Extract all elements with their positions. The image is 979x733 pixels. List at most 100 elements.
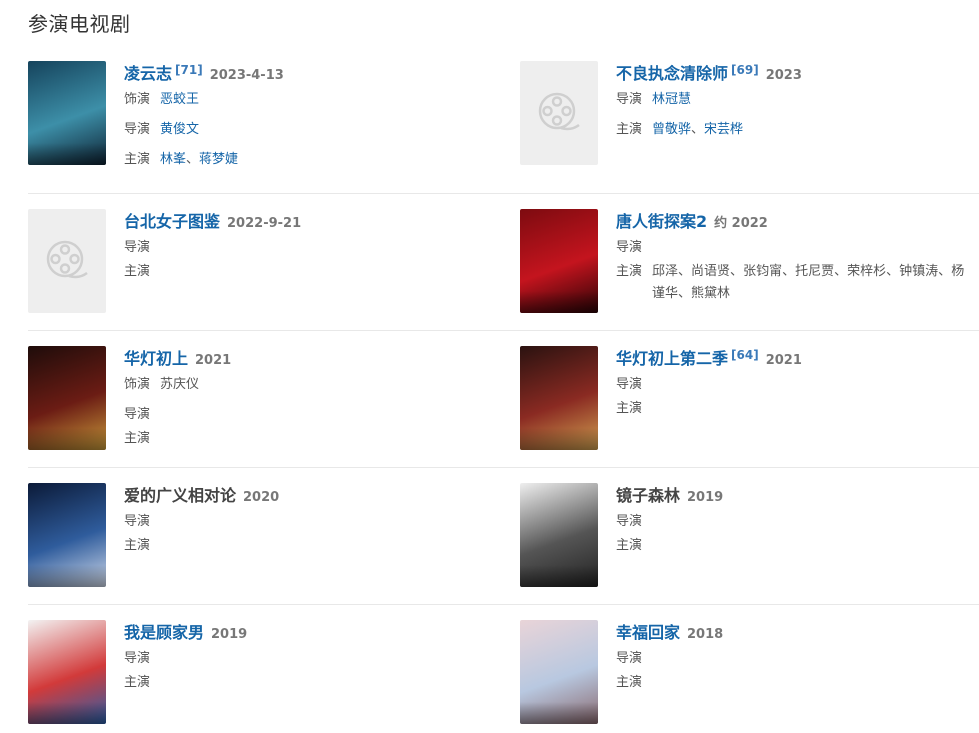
cast-row: 主演 bbox=[124, 672, 484, 694]
release-year: 约 2022 bbox=[714, 216, 768, 231]
drama-title: 镜子森林 bbox=[616, 486, 681, 505]
release-year: 2023-4-13 bbox=[209, 68, 284, 83]
director-row: 导演 bbox=[124, 237, 484, 259]
director-row-label: 导演 bbox=[124, 514, 151, 529]
drama-info: 台北女子图鉴 2022-9-21 导演主演 bbox=[124, 209, 484, 283]
director-row: 导演 bbox=[124, 511, 484, 533]
drama-title[interactable]: 华灯初上第二季 bbox=[616, 349, 728, 368]
director-row: 导演 bbox=[616, 374, 976, 396]
role-name[interactable]: 恶蛟王 bbox=[160, 89, 484, 111]
cast-row-value bbox=[652, 398, 976, 420]
separator: 、 bbox=[691, 122, 705, 137]
director-row: 导演 bbox=[124, 648, 484, 670]
poster-image[interactable] bbox=[520, 483, 598, 587]
drama-title[interactable]: 华灯初上 bbox=[124, 349, 188, 368]
person-link: 张钧甯 bbox=[743, 264, 783, 279]
person-link: 熊黛林 bbox=[691, 286, 731, 301]
director-row-value bbox=[652, 237, 976, 259]
director-row-label: 导演 bbox=[616, 514, 643, 529]
poster-image[interactable] bbox=[28, 346, 106, 450]
cast-row-label: 主演 bbox=[616, 538, 643, 553]
director-row-label: 导演 bbox=[616, 377, 643, 392]
row-divider bbox=[28, 604, 979, 605]
role-row: 饰演 苏庆仪 bbox=[124, 374, 484, 396]
poster-image[interactable] bbox=[520, 620, 598, 724]
cast-row-label: 主演 bbox=[124, 152, 151, 167]
citation-link[interactable]: [71] bbox=[175, 63, 203, 77]
cast-row-value: 邱泽、尚语贤、张钧甯、托尼贾、荣梓杉、钟镇涛、杨谨华、熊黛林 bbox=[652, 261, 976, 305]
drama-title[interactable]: 幸福回家 bbox=[616, 623, 680, 642]
title-line: 华灯初上 2021 bbox=[124, 346, 484, 372]
role-name: 苏庆仪 bbox=[160, 377, 200, 392]
cast-row-label: 主演 bbox=[616, 264, 643, 279]
person-link[interactable]: 宋芸桦 bbox=[704, 122, 743, 137]
drama-title[interactable]: 不良执念清除师 bbox=[616, 64, 728, 83]
drama-info: 镜子森林 2019 导演主演 bbox=[616, 483, 976, 557]
cast-row-value bbox=[160, 535, 484, 557]
poster-placeholder[interactable] bbox=[28, 209, 106, 313]
poster-image[interactable] bbox=[520, 209, 598, 313]
citation-link[interactable]: [69] bbox=[731, 63, 759, 77]
cast-row-label: 主演 bbox=[616, 401, 643, 416]
poster-image[interactable] bbox=[28, 61, 106, 165]
person-link: 邱泽 bbox=[652, 264, 679, 279]
separator: 、 bbox=[938, 264, 952, 279]
cast-row: 主演 林峯、蒋梦婕 bbox=[124, 149, 484, 171]
film-reel-icon bbox=[46, 240, 88, 279]
row-divider bbox=[28, 193, 979, 194]
director-row: 导演 bbox=[124, 404, 484, 426]
poster-image[interactable] bbox=[28, 483, 106, 587]
poster-image[interactable] bbox=[520, 346, 598, 450]
director-row: 导演 bbox=[616, 511, 976, 533]
release-year: 2019 bbox=[687, 490, 724, 505]
drama-title[interactable]: 凌云志 bbox=[124, 64, 172, 83]
cast-row: 主演 bbox=[616, 398, 976, 420]
director-row-value bbox=[160, 237, 484, 259]
person-link: 荣梓杉 bbox=[847, 264, 887, 279]
person-link[interactable]: 曾敬骅 bbox=[652, 122, 691, 137]
separator: 、 bbox=[834, 264, 848, 279]
release-year: 2019 bbox=[211, 627, 248, 642]
section-title: 参演电视剧 bbox=[28, 12, 131, 36]
title-line: 不良执念清除师 [69] 2023 bbox=[616, 61, 976, 87]
person-link[interactable]: 林峯 bbox=[160, 152, 186, 167]
row-divider bbox=[28, 330, 979, 331]
drama-info: 我是顾家男 2019 导演主演 bbox=[124, 620, 484, 694]
separator: 、 bbox=[186, 152, 200, 167]
cast-row-label: 主演 bbox=[124, 431, 151, 446]
director-row-value bbox=[160, 404, 484, 426]
director-row-label: 导演 bbox=[124, 407, 151, 422]
director-row-label: 导演 bbox=[124, 651, 151, 666]
cast-row-value bbox=[160, 428, 484, 450]
drama-title[interactable]: 唐人街探案2 bbox=[616, 212, 707, 231]
drama-title[interactable]: 我是顾家男 bbox=[124, 623, 204, 642]
cast-row: 主演 bbox=[124, 428, 484, 450]
director-row-value: 林冠慧 bbox=[652, 89, 976, 111]
separator: 、 bbox=[678, 286, 692, 301]
separator: 、 bbox=[730, 264, 744, 279]
director-row-label: 导演 bbox=[616, 92, 643, 107]
release-year: 2022-9-21 bbox=[227, 216, 302, 231]
director-row-value: 黄俊文 bbox=[160, 119, 484, 141]
poster-image[interactable] bbox=[28, 620, 106, 724]
citation-link[interactable]: [64] bbox=[731, 348, 759, 362]
release-year: 2021 bbox=[765, 353, 802, 368]
director-row-label: 导演 bbox=[616, 240, 643, 255]
director-row-label: 导演 bbox=[124, 240, 151, 255]
poster-placeholder[interactable] bbox=[520, 61, 598, 165]
cast-row-label: 主演 bbox=[124, 264, 151, 279]
person-link[interactable]: 黄俊文 bbox=[160, 122, 199, 137]
person-link[interactable]: 林冠慧 bbox=[652, 92, 691, 107]
director-row-label: 导演 bbox=[124, 122, 151, 137]
person-link: 钟镇涛 bbox=[899, 264, 939, 279]
cast-row: 主演 bbox=[124, 261, 484, 283]
film-reel-icon bbox=[538, 92, 580, 131]
title-line: 台北女子图鉴 2022-9-21 bbox=[124, 209, 484, 235]
cast-row-value: 曾敬骅、宋芸桦 bbox=[652, 119, 976, 141]
person-link[interactable]: 蒋梦婕 bbox=[199, 152, 238, 167]
cast-row-label: 主演 bbox=[124, 538, 151, 553]
director-row: 导演 bbox=[616, 648, 976, 670]
drama-info: 不良执念清除师 [69] 2023 导演 林冠慧主演 曾敬骅、宋芸桦 bbox=[616, 61, 976, 141]
drama-title[interactable]: 台北女子图鉴 bbox=[124, 212, 220, 231]
cast-row: 主演 曾敬骅、宋芸桦 bbox=[616, 119, 976, 141]
